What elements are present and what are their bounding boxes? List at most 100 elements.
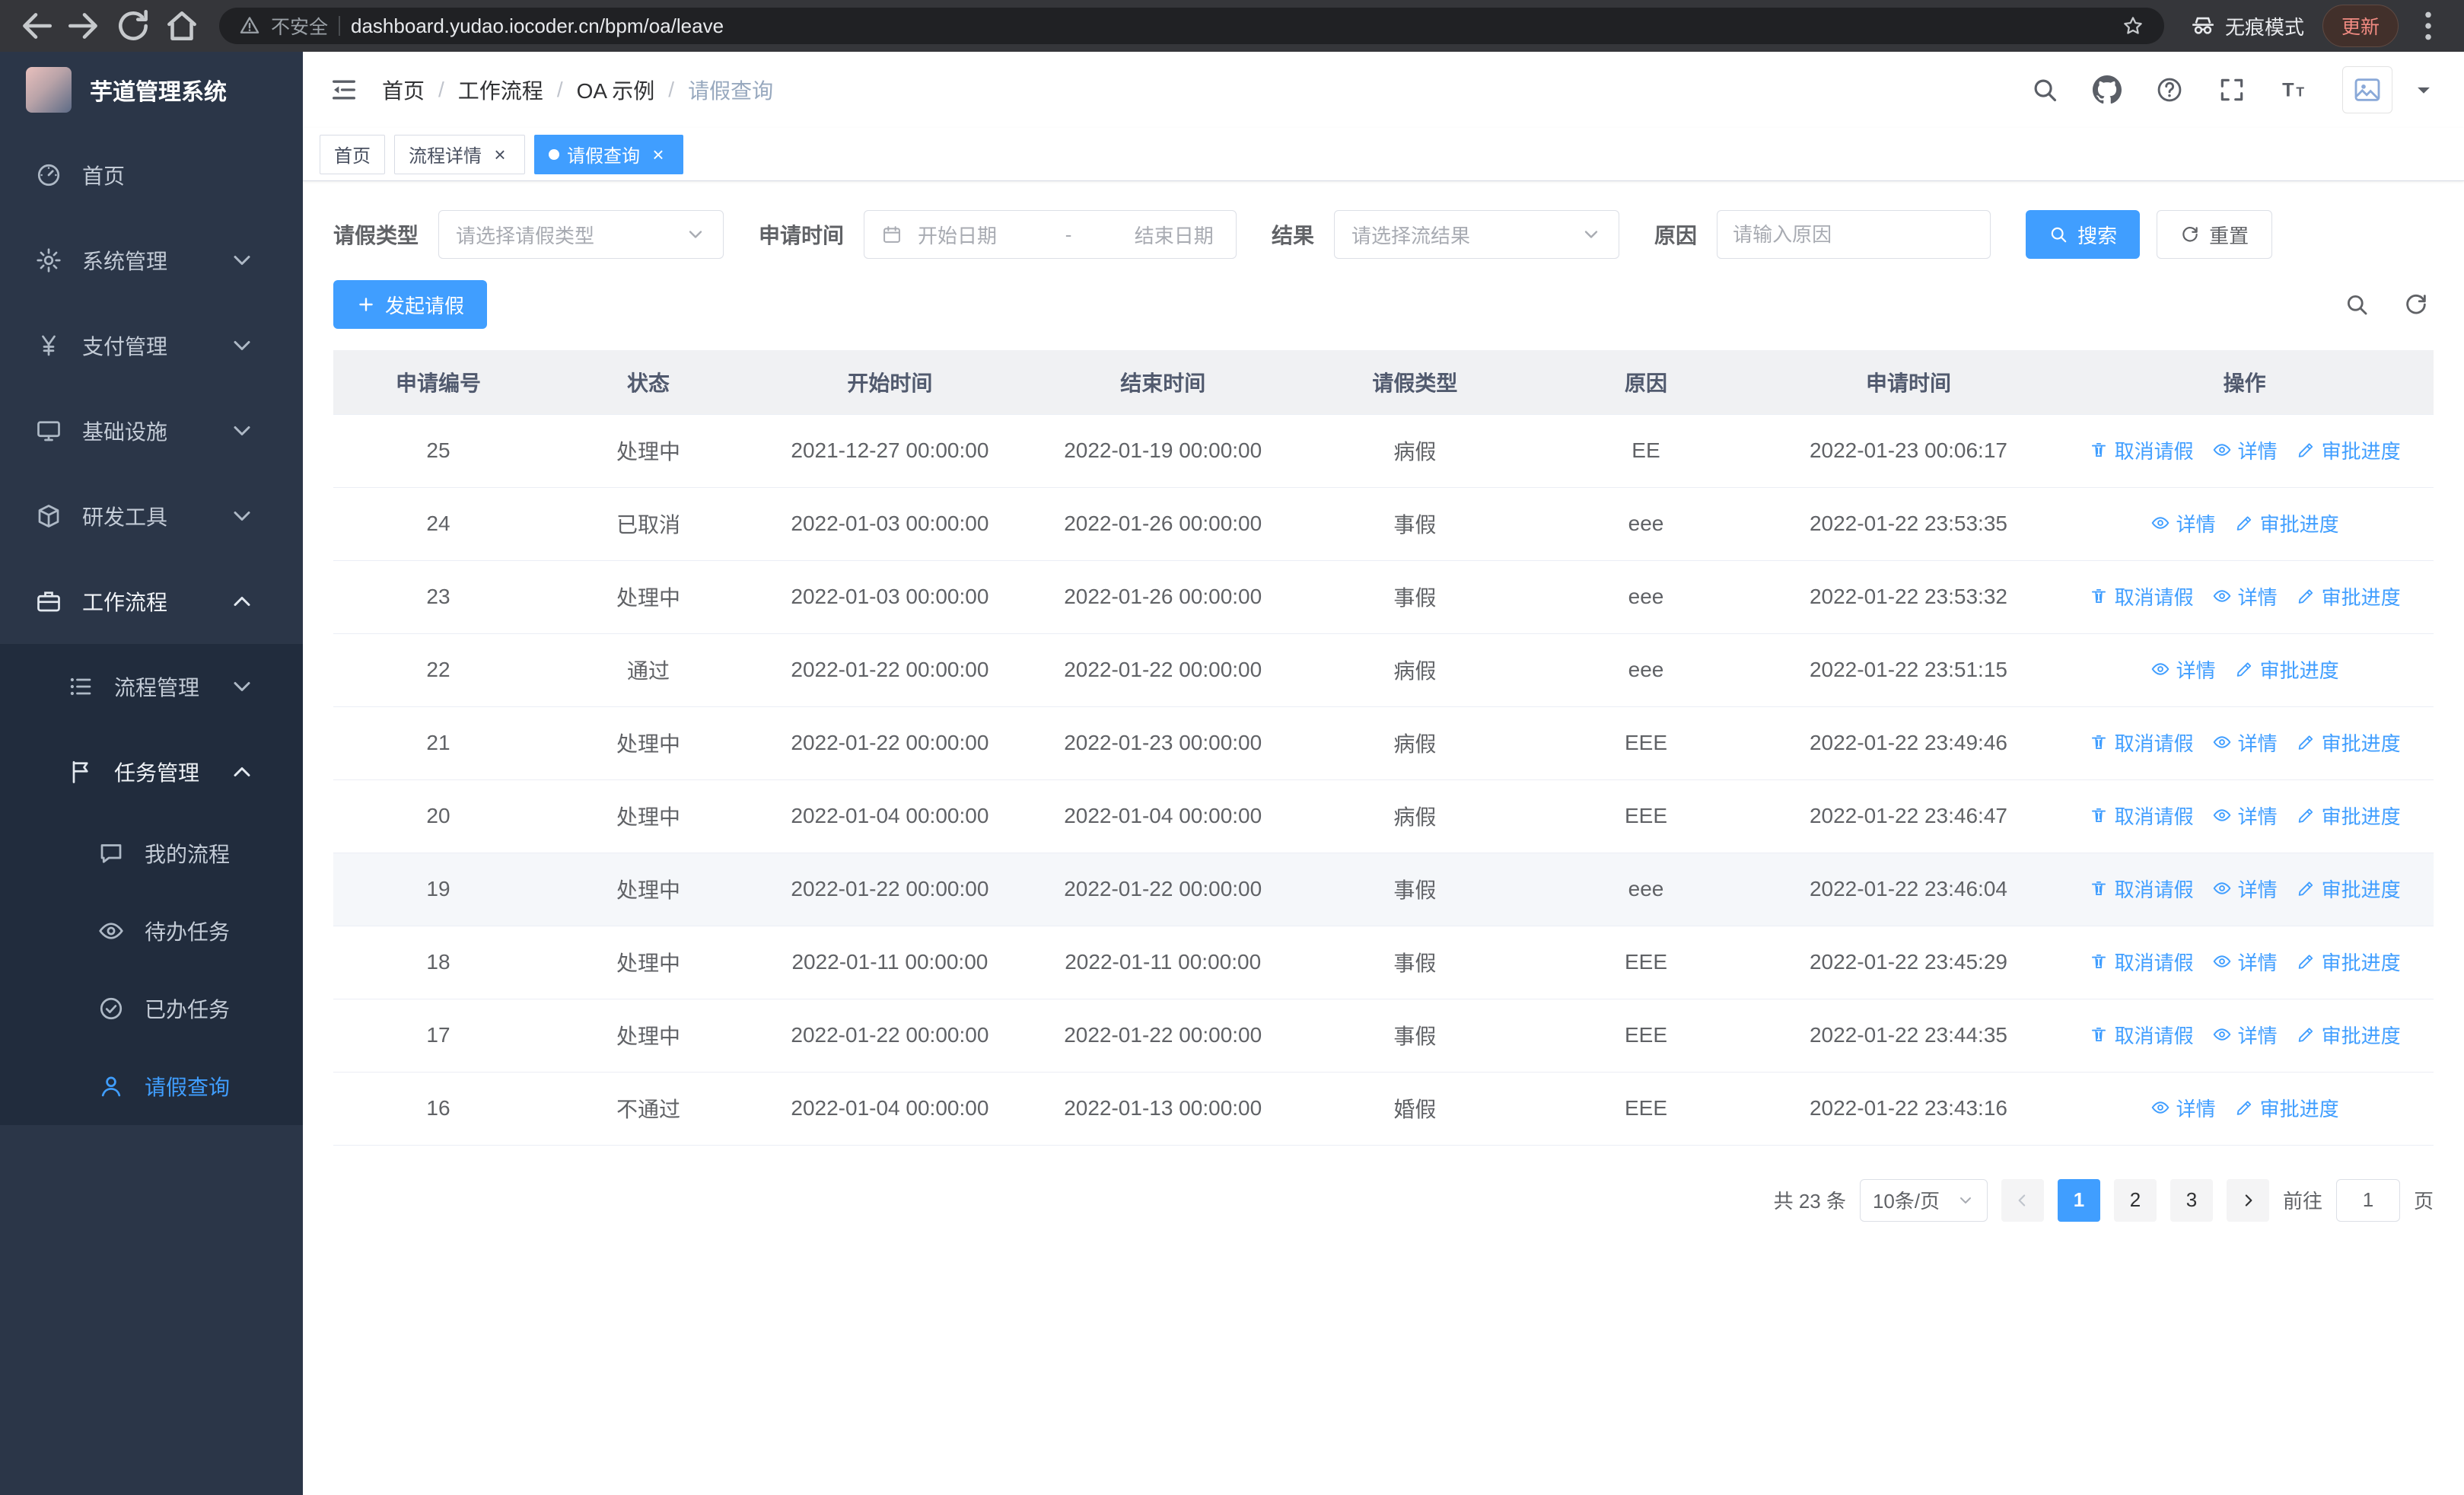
sidebar-item-leave-query[interactable]: 请假查询 <box>0 1047 303 1125</box>
detail-action-link[interactable]: 详情 <box>2150 655 2216 684</box>
progress-action-link[interactable]: 审批进度 <box>2296 1021 2401 1049</box>
column-header: 原因 <box>1530 350 1762 415</box>
column-header: 状态 <box>543 350 753 415</box>
search-button[interactable]: 搜索 <box>2026 210 2141 259</box>
browser-update-button[interactable]: 更新 <box>2322 5 2399 47</box>
cancel-action-link[interactable]: 取消请假 <box>2089 728 2194 757</box>
end-date-placeholder[interactable]: 结束日期 <box>1129 221 1219 249</box>
browser-menu-icon[interactable] <box>2409 7 2447 45</box>
svg-text:T: T <box>2296 84 2304 100</box>
detail-action-link[interactable]: 详情 <box>2212 582 2278 610</box>
help-icon[interactable] <box>2155 75 2184 104</box>
sidebar-item-workflow[interactable]: 工作流程 <box>0 559 303 644</box>
sidebar-item-dev-tools[interactable]: 研发工具 <box>0 473 303 559</box>
sidebar-item-infrastructure[interactable]: 基础设施 <box>0 388 303 473</box>
goto-page-input[interactable] <box>2335 1178 2400 1222</box>
fullscreen-icon[interactable] <box>2217 75 2246 104</box>
font-size-icon[interactable]: TT <box>2280 75 2309 104</box>
url-text[interactable]: dashboard.yudao.iocoder.cn/bpm/oa/leave <box>351 14 724 38</box>
detail-action-link[interactable]: 详情 <box>2212 728 2278 757</box>
breadcrumb-item[interactable]: OA 示例 <box>577 75 655 105</box>
bookmark-star-icon[interactable] <box>2122 14 2144 37</box>
cell-leave-type: 病假 <box>1299 414 1531 488</box>
reason-input[interactable] <box>1717 210 1991 259</box>
chat-icon <box>97 840 125 867</box>
progress-action-link[interactable]: 审批进度 <box>2296 582 2401 610</box>
security-label[interactable]: 不安全 <box>271 12 328 40</box>
date-range-picker[interactable]: 开始日期 - 结束日期 <box>864 210 1237 259</box>
detail-action-label: 详情 <box>2237 439 2278 463</box>
detail-action-link[interactable]: 详情 <box>2212 802 2278 830</box>
cancel-action-link[interactable]: 取消请假 <box>2089 582 2194 610</box>
create-leave-label: 发起请假 <box>385 294 465 317</box>
sidebar-item-my-processes[interactable]: 我的流程 <box>0 814 303 892</box>
detail-action-link[interactable]: 详情 <box>2150 1094 2216 1122</box>
cancel-action-link[interactable]: 取消请假 <box>2089 436 2194 464</box>
cell-end-time: 2022-01-23 00:00:00 <box>1026 706 1300 780</box>
sidebar-item-payment-mgmt[interactable]: 支付管理 <box>0 303 303 388</box>
page-button-3[interactable]: 3 <box>2170 1178 2213 1222</box>
browser-home-icon[interactable] <box>163 7 201 45</box>
browser-back-icon[interactable] <box>17 7 55 45</box>
cancel-action-link[interactable]: 取消请假 <box>2089 875 2194 903</box>
page-size-select[interactable]: 10条/页 <box>1859 1178 1988 1222</box>
toggle-search-icon[interactable] <box>2344 292 2370 317</box>
result-select[interactable]: 请选择流结果 <box>1334 210 1620 259</box>
cell-actions: 取消请假 详情 审批进度 <box>2055 999 2434 1073</box>
detail-action-link[interactable]: 详情 <box>2212 436 2278 464</box>
cancel-action-link[interactable]: 取消请假 <box>2089 802 2194 830</box>
leave-type-select[interactable]: 请选择请假类型 <box>438 210 724 259</box>
broken-image-icon <box>2352 75 2383 105</box>
cell-leave-type: 病假 <box>1299 706 1531 780</box>
github-icon[interactable] <box>2093 75 2122 104</box>
progress-action-link[interactable]: 审批进度 <box>2296 802 2401 830</box>
tab-close-icon[interactable]: × <box>489 144 511 165</box>
breadcrumb-item[interactable]: 工作流程 <box>458 75 543 105</box>
start-date-placeholder[interactable]: 开始日期 <box>918 221 1008 249</box>
cell-end-time: 2022-01-04 00:00:00 <box>1026 779 1300 853</box>
browser-forward-icon[interactable] <box>65 7 103 45</box>
refresh-table-icon[interactable] <box>2403 292 2429 317</box>
address-bar[interactable]: 不安全 dashboard.yudao.iocoder.cn/bpm/oa/le… <box>219 8 2164 44</box>
page-button-1[interactable]: 1 <box>2057 1178 2100 1222</box>
cell-leave-type: 病假 <box>1299 633 1531 707</box>
sidebar-collapse-icon[interactable] <box>329 75 359 105</box>
avatar-caret-icon[interactable] <box>2409 75 2438 104</box>
detail-action-link[interactable]: 详情 <box>2212 875 2278 903</box>
tab-close-icon[interactable]: × <box>648 144 669 165</box>
header-search-icon[interactable] <box>2030 75 2059 104</box>
progress-action-link[interactable]: 审批进度 <box>2234 509 2339 537</box>
user-avatar[interactable] <box>2342 66 2392 113</box>
tab-home[interactable]: 首页 <box>320 134 385 174</box>
progress-action-link[interactable]: 审批进度 <box>2296 875 2401 903</box>
next-page-button[interactable] <box>2226 1178 2269 1222</box>
dashboard-icon <box>35 161 62 189</box>
progress-action-link[interactable]: 审批进度 <box>2234 1094 2339 1122</box>
page-button-2[interactable]: 2 <box>2113 1178 2157 1222</box>
sidebar-item-done-tasks[interactable]: 已办任务 <box>0 970 303 1047</box>
tab-leave-query[interactable]: 请假查询 × <box>534 134 683 174</box>
sidebar-item-todo-tasks[interactable]: 待办任务 <box>0 892 303 970</box>
create-leave-button[interactable]: 发起请假 <box>333 280 488 329</box>
cancel-action-link[interactable]: 取消请假 <box>2089 948 2194 976</box>
sidebar-item-process-mgmt[interactable]: 流程管理 <box>0 644 303 729</box>
cancel-action-link[interactable]: 取消请假 <box>2089 1021 2194 1049</box>
edit-icon <box>2296 805 2316 825</box>
breadcrumb-item[interactable]: 首页 <box>382 75 425 105</box>
detail-action-link[interactable]: 详情 <box>2150 509 2216 537</box>
prev-page-button[interactable] <box>2001 1178 2044 1222</box>
progress-action-link[interactable]: 审批进度 <box>2296 728 2401 757</box>
detail-action-link[interactable]: 详情 <box>2212 948 2278 976</box>
sidebar-item-task-mgmt[interactable]: 任务管理 <box>0 729 303 814</box>
tab-process-detail[interactable]: 流程详情 × <box>394 134 525 174</box>
sidebar-item-home[interactable]: 首页 <box>0 132 303 218</box>
progress-action-link[interactable]: 审批进度 <box>2234 655 2339 684</box>
progress-action-link[interactable]: 审批进度 <box>2296 436 2401 464</box>
progress-action-link[interactable]: 审批进度 <box>2296 948 2401 976</box>
detail-action-link[interactable]: 详情 <box>2212 1021 2278 1049</box>
browser-reload-icon[interactable] <box>114 7 152 45</box>
sidebar-item-system-mgmt[interactable]: 系统管理 <box>0 218 303 303</box>
logo-row[interactable]: 芋道管理系统 <box>0 52 303 128</box>
reset-button[interactable]: 重置 <box>2157 210 2273 259</box>
cell-id: 23 <box>333 560 543 634</box>
